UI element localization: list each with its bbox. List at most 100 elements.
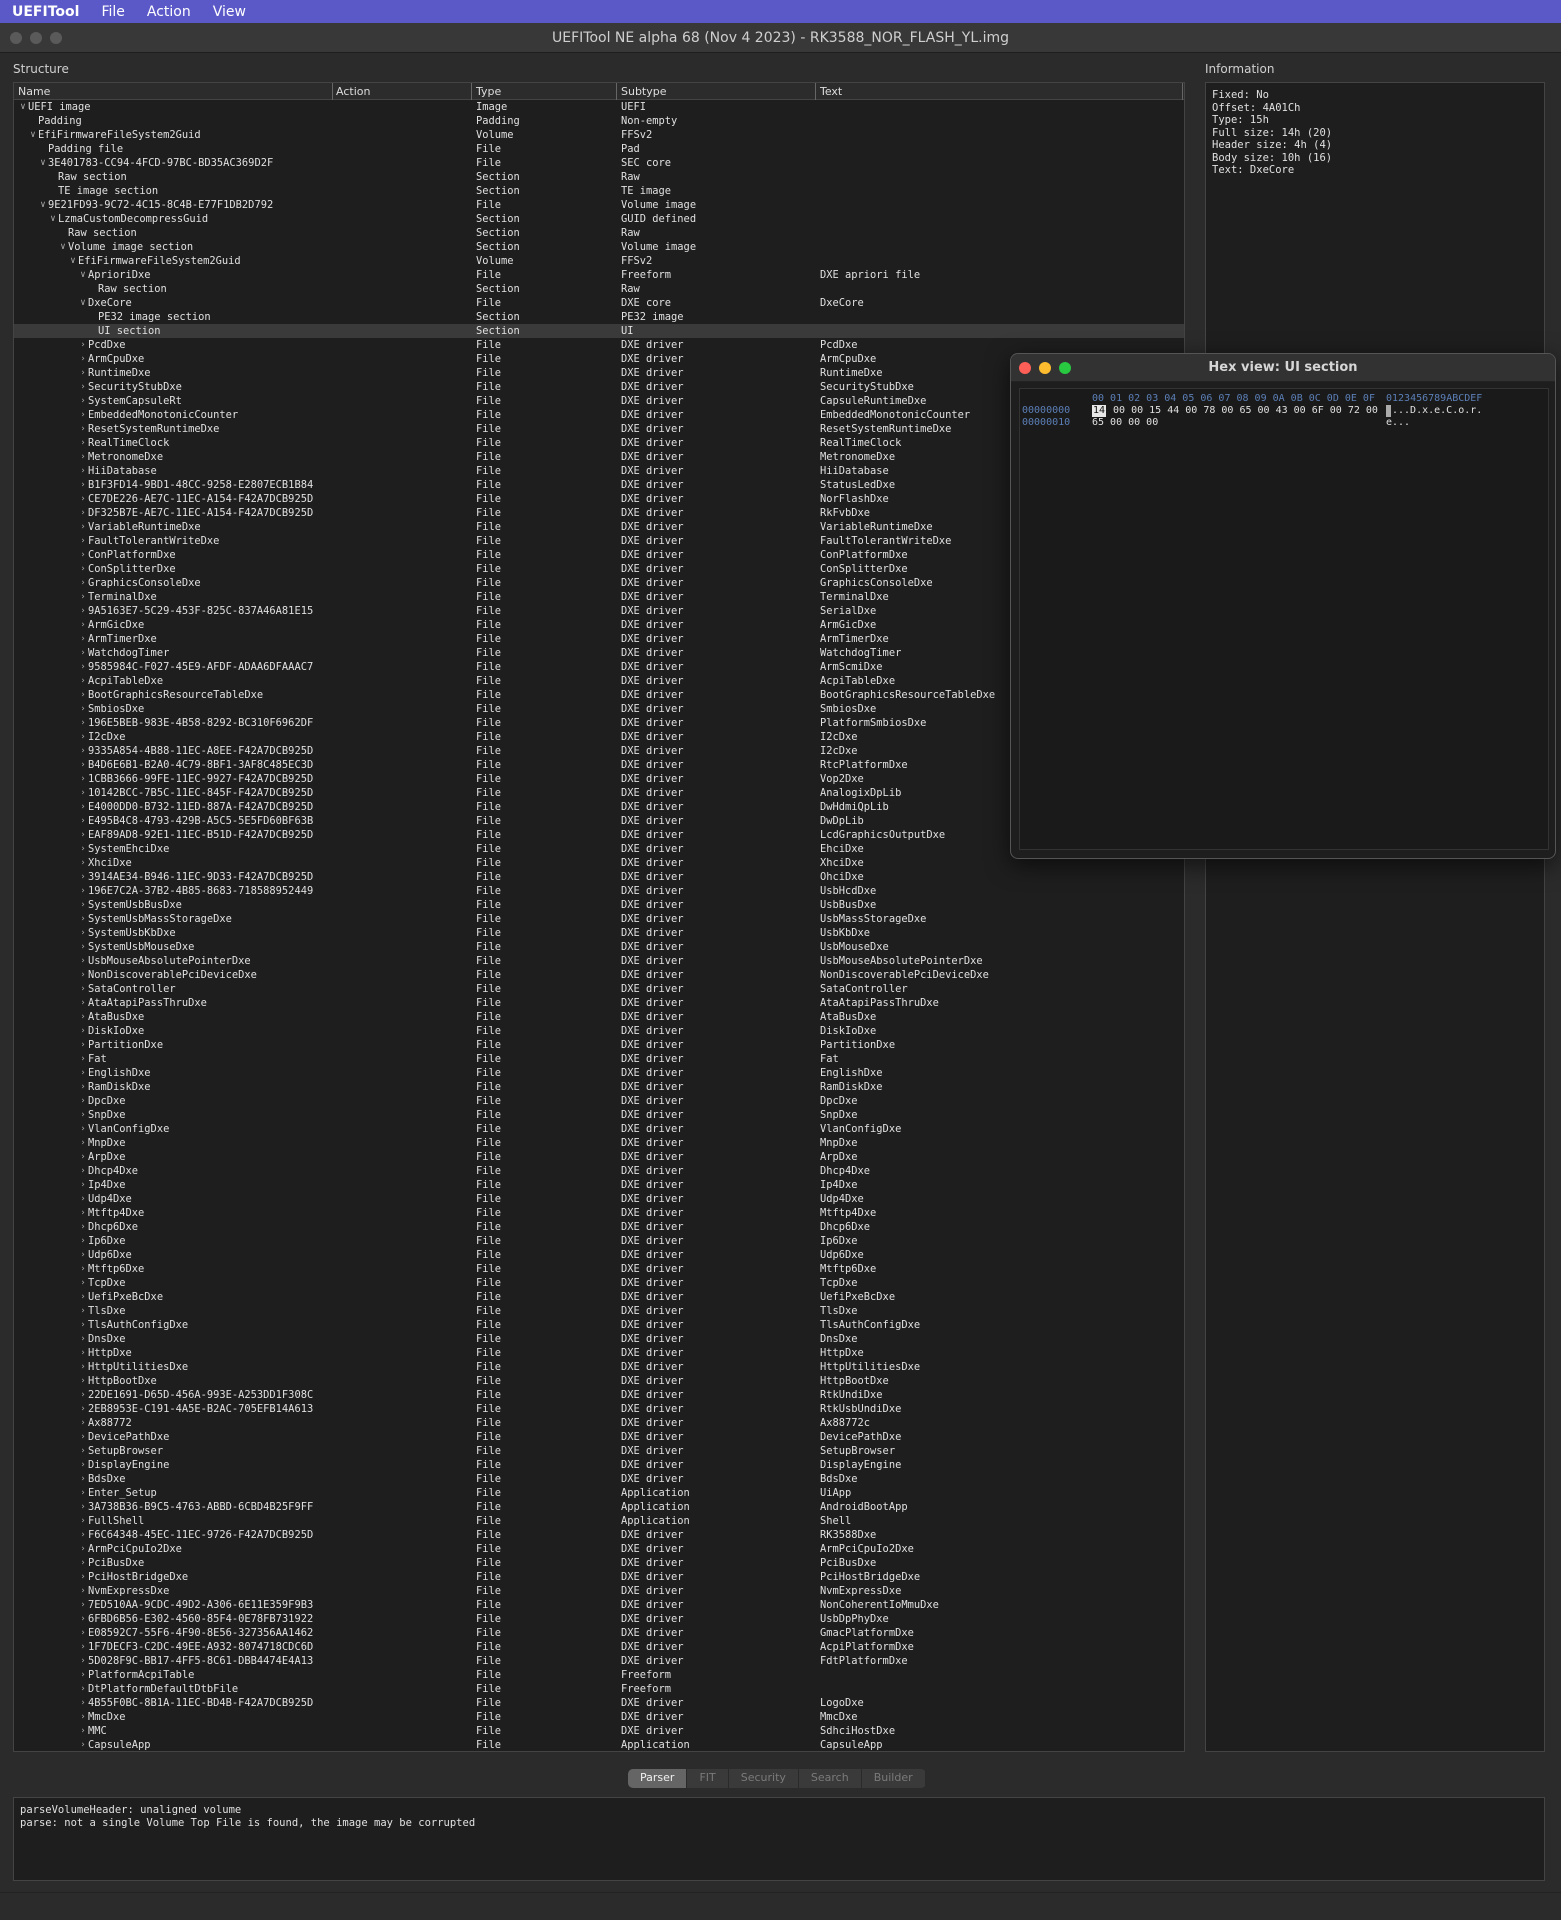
chevron-right-icon[interactable]: › bbox=[78, 1472, 88, 1486]
tree-row[interactable]: › Mtftp4Dxe File DXE driver Mtftp4Dxe bbox=[14, 1206, 1184, 1220]
tree-row[interactable]: › FaultTolerantWriteDxe File DXE driver Faul… bbox=[14, 534, 1184, 548]
tree-row[interactable]: › SetupBrowser File DXE driver SetupBrowser bbox=[14, 1444, 1184, 1458]
chevron-right-icon[interactable]: › bbox=[78, 1038, 88, 1052]
tree-row[interactable]: › VariableRuntimeDxe File DXE driver Variabl… bbox=[14, 520, 1184, 534]
hex-zoom-button[interactable] bbox=[1059, 362, 1071, 374]
tree-row[interactable]: ∨ 9E21FD93-9C72-4C15-8C4B-E77F1DB2D792 Fil… bbox=[14, 198, 1184, 212]
tree-row[interactable]: Raw section Section Raw bbox=[14, 170, 1184, 184]
tree-row[interactable]: › ConPlatformDxe File DXE driver ConPlatform… bbox=[14, 548, 1184, 562]
hex-window-titlebar[interactable]: Hex view: UI section bbox=[1011, 354, 1555, 382]
tree-row[interactable]: ∨ EfiFirmwareFileSystem2Guid Volume FFSv2 bbox=[14, 254, 1184, 268]
chevron-right-icon[interactable]: › bbox=[78, 1612, 88, 1626]
tree-row[interactable]: › EmbeddedMonotonicCounter File DXE driver E… bbox=[14, 408, 1184, 422]
minimize-window-button[interactable] bbox=[30, 32, 42, 44]
chevron-right-icon[interactable]: › bbox=[78, 814, 88, 828]
tree-row[interactable]: ∨ AprioriDxe File Freeform DXE apriori file bbox=[14, 268, 1184, 282]
tree-row[interactable]: PE32 image section Section PE32 image bbox=[14, 310, 1184, 324]
tree-row[interactable]: › SystemUsbKbDxe File DXE driver UsbKbDxe bbox=[14, 926, 1184, 940]
tree-row[interactable]: › SystemCapsuleRt File DXE driver CapsuleRun… bbox=[14, 394, 1184, 408]
chevron-right-icon[interactable]: › bbox=[78, 1696, 88, 1710]
hex-ascii[interactable]: ...D.x.e.C.o.r. bbox=[1392, 405, 1482, 417]
chevron-right-icon[interactable]: › bbox=[78, 450, 88, 464]
chevron-down-icon[interactable]: ∨ bbox=[18, 100, 28, 114]
chevron-right-icon[interactable]: › bbox=[78, 604, 88, 618]
hex-bytes[interactable]: 00 00 15 44 00 78 00 65 00 43 00 6F 00 7… bbox=[1107, 405, 1378, 417]
tree-row[interactable]: › TlsAuthConfigDxe File DXE driver TlsAuthCo… bbox=[14, 1318, 1184, 1332]
tree-row[interactable]: › 7ED510AA-9CDC-49D2-A306-6E11E359F9B3 Fil… bbox=[14, 1598, 1184, 1612]
tree-row[interactable]: › Ip4Dxe File DXE driver Ip4Dxe bbox=[14, 1178, 1184, 1192]
chevron-right-icon[interactable]: › bbox=[78, 1710, 88, 1724]
chevron-right-icon[interactable]: › bbox=[78, 1164, 88, 1178]
chevron-right-icon[interactable]: › bbox=[78, 1290, 88, 1304]
tree-row[interactable]: › Fat File DXE driver Fat bbox=[14, 1052, 1184, 1066]
chevron-right-icon[interactable]: › bbox=[78, 1206, 88, 1220]
chevron-right-icon[interactable]: › bbox=[78, 1136, 88, 1150]
chevron-right-icon[interactable]: › bbox=[78, 870, 88, 884]
tree-row[interactable]: › 1F7DECF3-C2DC-49EE-A932-8074718CDC6D Fil… bbox=[14, 1640, 1184, 1654]
structure-tree[interactable]: Name Action Type Subtype Text ∨ UEFI imag… bbox=[13, 82, 1185, 1752]
chevron-right-icon[interactable]: › bbox=[78, 758, 88, 772]
chevron-right-icon[interactable]: › bbox=[78, 1248, 88, 1262]
chevron-right-icon[interactable]: › bbox=[78, 1388, 88, 1402]
chevron-right-icon[interactable]: › bbox=[78, 1514, 88, 1528]
column-header-action[interactable]: Action bbox=[336, 85, 370, 98]
tree-row[interactable]: › XhciDxe File DXE driver XhciDxe bbox=[14, 856, 1184, 870]
tree-row[interactable]: Raw section Section Raw bbox=[14, 226, 1184, 240]
tree-row[interactable]: › Ax88772 File DXE driver Ax88772c bbox=[14, 1416, 1184, 1430]
tree-row[interactable]: › ArmCpuDxe File DXE driver ArmCpuDxe bbox=[14, 352, 1184, 366]
chevron-right-icon[interactable]: › bbox=[78, 1192, 88, 1206]
tree-row[interactable]: › Enter_Setup File Application UiApp bbox=[14, 1486, 1184, 1500]
chevron-right-icon[interactable]: › bbox=[78, 828, 88, 842]
chevron-down-icon[interactable]: ∨ bbox=[68, 254, 78, 268]
chevron-right-icon[interactable]: › bbox=[78, 548, 88, 562]
tree-row[interactable]: › 9335A854-4B88-11EC-A8EE-F42A7DCB925D Fil… bbox=[14, 744, 1184, 758]
tree-row[interactable]: › BdsDxe File DXE driver BdsDxe bbox=[14, 1472, 1184, 1486]
chevron-right-icon[interactable]: › bbox=[78, 1584, 88, 1598]
tree-row[interactable]: ∨ DxeCore File DXE core DxeCore bbox=[14, 296, 1184, 310]
tree-row[interactable]: › 3A738B36-B9C5-4763-ABBD-6CBD4B25F9FF Fil… bbox=[14, 1500, 1184, 1514]
chevron-right-icon[interactable]: › bbox=[78, 478, 88, 492]
tree-row[interactable]: › PciBusDxe File DXE driver PciBusDxe bbox=[14, 1556, 1184, 1570]
tree-row[interactable]: › ResetSystemRuntimeDxe File DXE driver Rese… bbox=[14, 422, 1184, 436]
chevron-right-icon[interactable]: › bbox=[78, 1654, 88, 1668]
hex-cursor-byte[interactable]: 14 bbox=[1092, 405, 1107, 417]
chevron-right-icon[interactable]: › bbox=[78, 1178, 88, 1192]
chevron-right-icon[interactable]: › bbox=[78, 632, 88, 646]
tree-row[interactable]: › PartitionDxe File DXE driver PartitionDxe bbox=[14, 1038, 1184, 1052]
chevron-right-icon[interactable]: › bbox=[78, 1682, 88, 1696]
tree-row[interactable]: › Udp6Dxe File DXE driver Udp6Dxe bbox=[14, 1248, 1184, 1262]
chevron-right-icon[interactable]: › bbox=[78, 1724, 88, 1738]
chevron-right-icon[interactable]: › bbox=[78, 954, 88, 968]
hex-bytes[interactable]: 65 00 00 00 bbox=[1092, 417, 1158, 429]
tree-row[interactable]: › Dhcp6Dxe File DXE driver Dhcp6Dxe bbox=[14, 1220, 1184, 1234]
chevron-down-icon[interactable]: ∨ bbox=[48, 212, 58, 226]
tree-row[interactable]: › EnglishDxe File DXE driver EnglishDxe bbox=[14, 1066, 1184, 1080]
close-window-button[interactable] bbox=[10, 32, 22, 44]
tree-row[interactable]: › GraphicsConsoleDxe File DXE driver Graphic… bbox=[14, 576, 1184, 590]
tree-row[interactable]: › DF325B7E-AE7C-11EC-A154-F42A7DCB925D Fil… bbox=[14, 506, 1184, 520]
chevron-right-icon[interactable]: › bbox=[78, 380, 88, 394]
menu-view[interactable]: View bbox=[213, 4, 246, 20]
tree-row[interactable]: › DpcDxe File DXE driver DpcDxe bbox=[14, 1094, 1184, 1108]
chevron-right-icon[interactable]: › bbox=[78, 1738, 88, 1751]
chevron-right-icon[interactable]: › bbox=[78, 1640, 88, 1654]
tree-row[interactable]: › SataController File DXE driver SataControl… bbox=[14, 982, 1184, 996]
chevron-right-icon[interactable]: › bbox=[78, 1122, 88, 1136]
chevron-down-icon[interactable]: ∨ bbox=[58, 240, 68, 254]
tree-row[interactable]: › NonDiscoverablePciDeviceDxe File DXE driv… bbox=[14, 968, 1184, 982]
tree-row[interactable]: › SystemEhciDxe File DXE driver EhciDxe bbox=[14, 842, 1184, 856]
chevron-right-icon[interactable]: › bbox=[78, 1318, 88, 1332]
tree-row[interactable]: › SecurityStubDxe File DXE driver SecuritySt… bbox=[14, 380, 1184, 394]
tree-row[interactable]: › TcpDxe File DXE driver TcpDxe bbox=[14, 1276, 1184, 1290]
tree-row[interactable]: › FullShell File Application Shell bbox=[14, 1514, 1184, 1528]
chevron-right-icon[interactable]: › bbox=[78, 422, 88, 436]
tree-row[interactable]: › B1F3FD14-9BD1-48CC-9258-E2807ECB1B84 Fil… bbox=[14, 478, 1184, 492]
chevron-right-icon[interactable]: › bbox=[78, 1052, 88, 1066]
tree-row[interactable]: › VlanConfigDxe File DXE driver VlanConfigDx… bbox=[14, 1122, 1184, 1136]
chevron-right-icon[interactable]: › bbox=[78, 1108, 88, 1122]
chevron-down-icon[interactable]: ∨ bbox=[38, 156, 48, 170]
zoom-window-button[interactable] bbox=[50, 32, 62, 44]
tree-row[interactable]: › E4000DD0-B732-11ED-887A-F42A7DCB925D Fil… bbox=[14, 800, 1184, 814]
tree-row[interactable]: › 9A5163E7-5C29-453F-825C-837A46A81E15 Fil… bbox=[14, 604, 1184, 618]
chevron-right-icon[interactable]: › bbox=[78, 1402, 88, 1416]
